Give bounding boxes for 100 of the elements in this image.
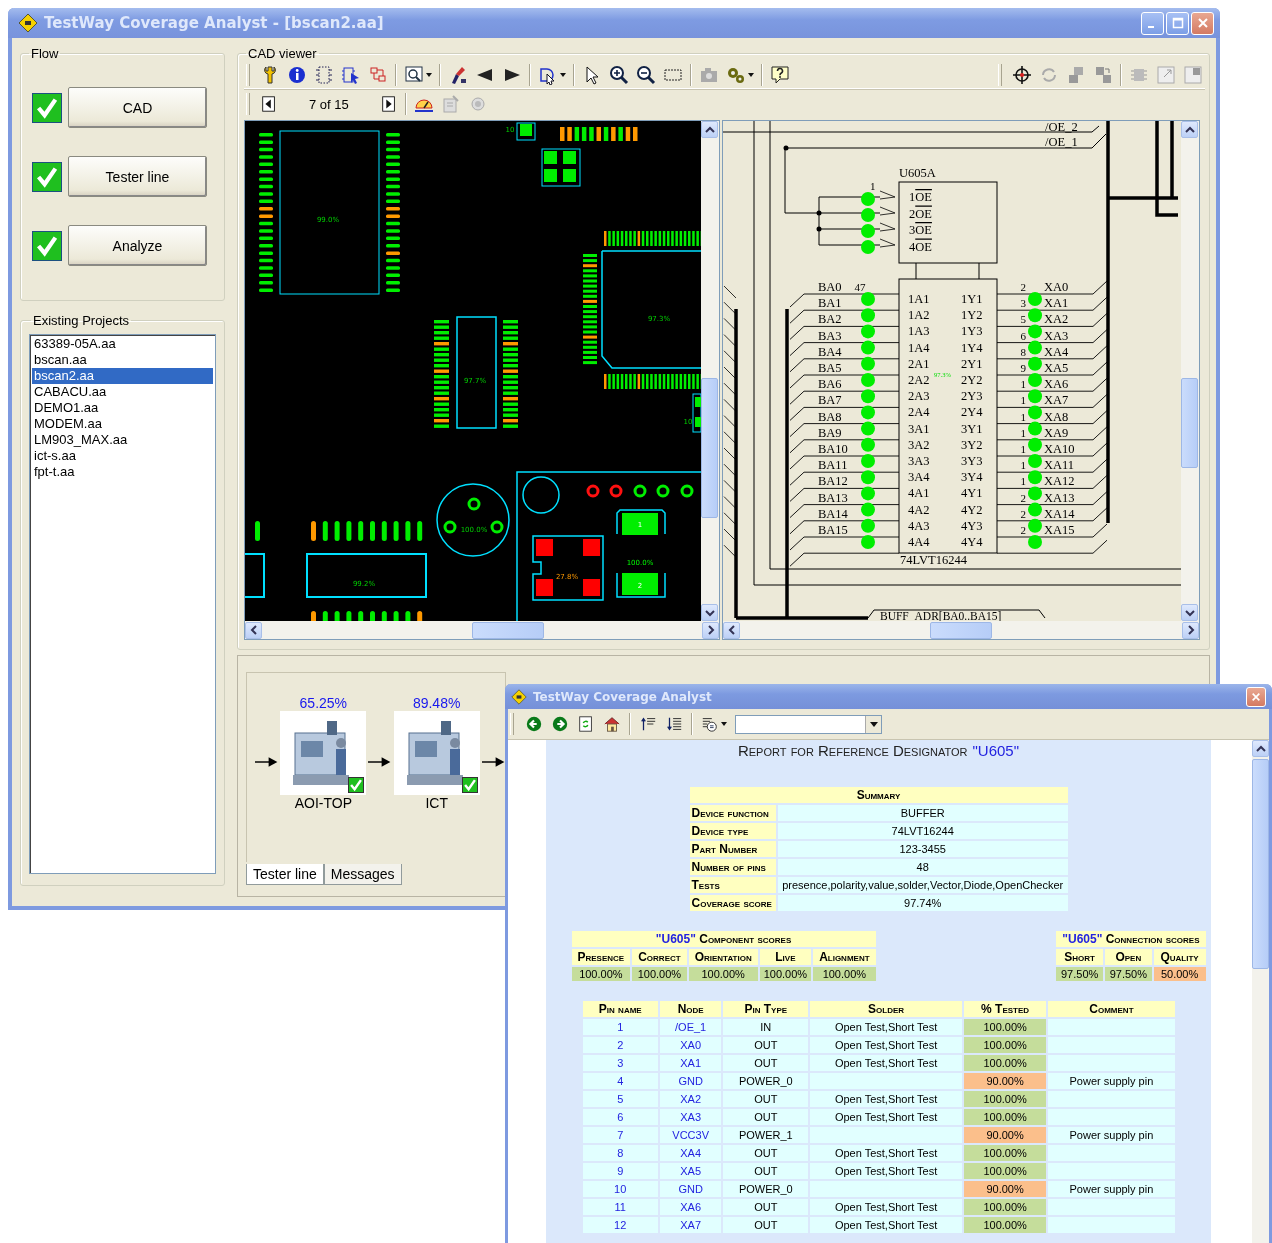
scroll-up-button[interactable] [1181, 121, 1198, 138]
pin-label: 3A3 [908, 454, 930, 468]
station-name: ICT [425, 795, 448, 811]
scroll-down-button[interactable] [1181, 604, 1198, 621]
crosshair-icon [1012, 65, 1032, 85]
scroll-thumb[interactable] [701, 378, 718, 518]
scroll-right-button[interactable] [702, 621, 719, 639]
project-item[interactable]: bscan2.aa [32, 368, 213, 384]
table-cell: 100.00% [963, 1217, 1047, 1233]
net-label: BA7 [818, 393, 842, 408]
panel-tab[interactable]: Messages [323, 864, 402, 885]
scroll-thumb[interactable] [472, 621, 544, 639]
table-cell: POWER_0 [723, 1073, 809, 1089]
chevron-right-icon [1185, 625, 1196, 635]
table-cell: 9 [582, 1163, 658, 1179]
project-item[interactable]: fpt-t.aa [32, 464, 213, 480]
pin-number: 3 [1020, 297, 1026, 310]
vertical-scrollbar[interactable] [1181, 121, 1199, 621]
project-item[interactable]: 63389-05A.aa [32, 336, 213, 352]
scroll-right-button[interactable] [1182, 621, 1199, 639]
pin-label: 1Y4 [961, 340, 983, 355]
project-item[interactable]: CABACU.aa [32, 384, 213, 400]
designator-name: "U605" [1062, 932, 1103, 946]
scroll-thumb[interactable] [1181, 378, 1198, 468]
pin-label: 2A2 [908, 373, 930, 387]
scroll-thumb[interactable] [930, 621, 992, 639]
flow-step-button[interactable]: Analyze [68, 225, 207, 266]
zoom-in-button[interactable] [607, 63, 631, 87]
table-cell: 10 [582, 1181, 658, 1197]
net-label: BA8 [818, 409, 842, 424]
scroll-left-button[interactable] [723, 621, 740, 639]
table-cell: 1 [582, 1019, 658, 1035]
score-cell: 100.00% [632, 967, 687, 981]
scroll-down-button[interactable] [701, 604, 718, 621]
net-label: XA8 [1044, 409, 1069, 424]
scroll-left-button[interactable] [245, 621, 262, 639]
step-checkbox[interactable] [32, 92, 62, 123]
summary-value: 48 [777, 859, 1068, 875]
horizontal-scrollbar[interactable] [723, 621, 1199, 639]
crosshair-button[interactable] [1010, 63, 1034, 87]
net-label: BA4 [818, 344, 842, 359]
score-cell: 97.50% [1105, 967, 1152, 981]
pin-number: 2 [1020, 524, 1026, 536]
summary-label: Tests [689, 877, 776, 893]
flow-arrow-icon [255, 757, 279, 767]
table-cell: Power supply pin [1048, 1181, 1175, 1197]
column-header: Live [759, 949, 812, 965]
table-cell: XA1 [659, 1055, 722, 1071]
score-cell: 100.00% [813, 967, 876, 981]
zoom-out-button[interactable] [634, 63, 658, 87]
table-cell: 90.00% [963, 1127, 1047, 1143]
scroll-up-button[interactable] [1252, 740, 1269, 757]
maximize-button[interactable] [1166, 11, 1189, 35]
designator-name: "U605" [655, 932, 696, 946]
table-title: Component scores [699, 932, 792, 946]
caret-icon [560, 73, 566, 77]
flow-step-button[interactable]: CAD [68, 87, 207, 128]
pin-label: 3Y1 [961, 421, 983, 436]
project-item[interactable]: MODEM.aa [32, 416, 213, 432]
table-cell: OUT [723, 1199, 809, 1215]
project-item[interactable]: bscan.aa [32, 352, 213, 368]
app-logo-icon [18, 13, 38, 33]
table-cell: Open Test,Short Test [810, 1163, 962, 1179]
step-checkbox[interactable] [32, 230, 62, 261]
history-dropdown[interactable] [735, 714, 882, 734]
summary-value: 97.74% [777, 895, 1068, 911]
station-coverage: 65.25% [299, 695, 348, 711]
pin-number: 47 [854, 281, 866, 293]
test-point-dot [861, 224, 875, 238]
station-name: AOI-TOP [294, 795, 352, 811]
close-button[interactable] [1191, 11, 1214, 35]
column-header: Short [1056, 949, 1103, 965]
scroll-thumb[interactable] [1252, 759, 1269, 969]
table-cell: 8 [582, 1145, 658, 1161]
minimize-button[interactable] [1141, 11, 1164, 35]
horizontal-scrollbar[interactable] [245, 621, 719, 639]
panel-tab[interactable]: Tester line [246, 864, 324, 885]
test-point-dot [1028, 535, 1042, 549]
junction-dot [816, 226, 822, 232]
station-checkbox[interactable] [348, 777, 365, 793]
project-item[interactable]: ict-s.aa [32, 448, 213, 464]
pin-label: 1A2 [908, 308, 930, 323]
zoom-out-icon [636, 65, 656, 85]
project-item[interactable]: DEMO1.aa [32, 400, 213, 416]
vertical-scrollbar[interactable] [701, 121, 719, 621]
net-label: XA3 [1044, 328, 1069, 343]
help-icon [770, 65, 790, 85]
scroll-up-button[interactable] [701, 121, 718, 138]
project-item[interactable]: LM903_MAX.aa [32, 432, 213, 448]
step-checkbox[interactable] [32, 161, 62, 192]
station-checkbox[interactable] [461, 777, 478, 793]
net-label: BA0 [818, 280, 842, 294]
net-label: XA7 [1044, 393, 1069, 408]
forward-icon [551, 715, 569, 733]
vertical-scrollbar[interactable] [1252, 740, 1269, 1243]
close-button[interactable] [1246, 686, 1266, 707]
flow-step-button[interactable]: Tester line [68, 156, 207, 197]
test-point-dot [861, 192, 875, 206]
test-point-dot [861, 454, 875, 468]
summary-label: Number of pins [689, 859, 776, 875]
